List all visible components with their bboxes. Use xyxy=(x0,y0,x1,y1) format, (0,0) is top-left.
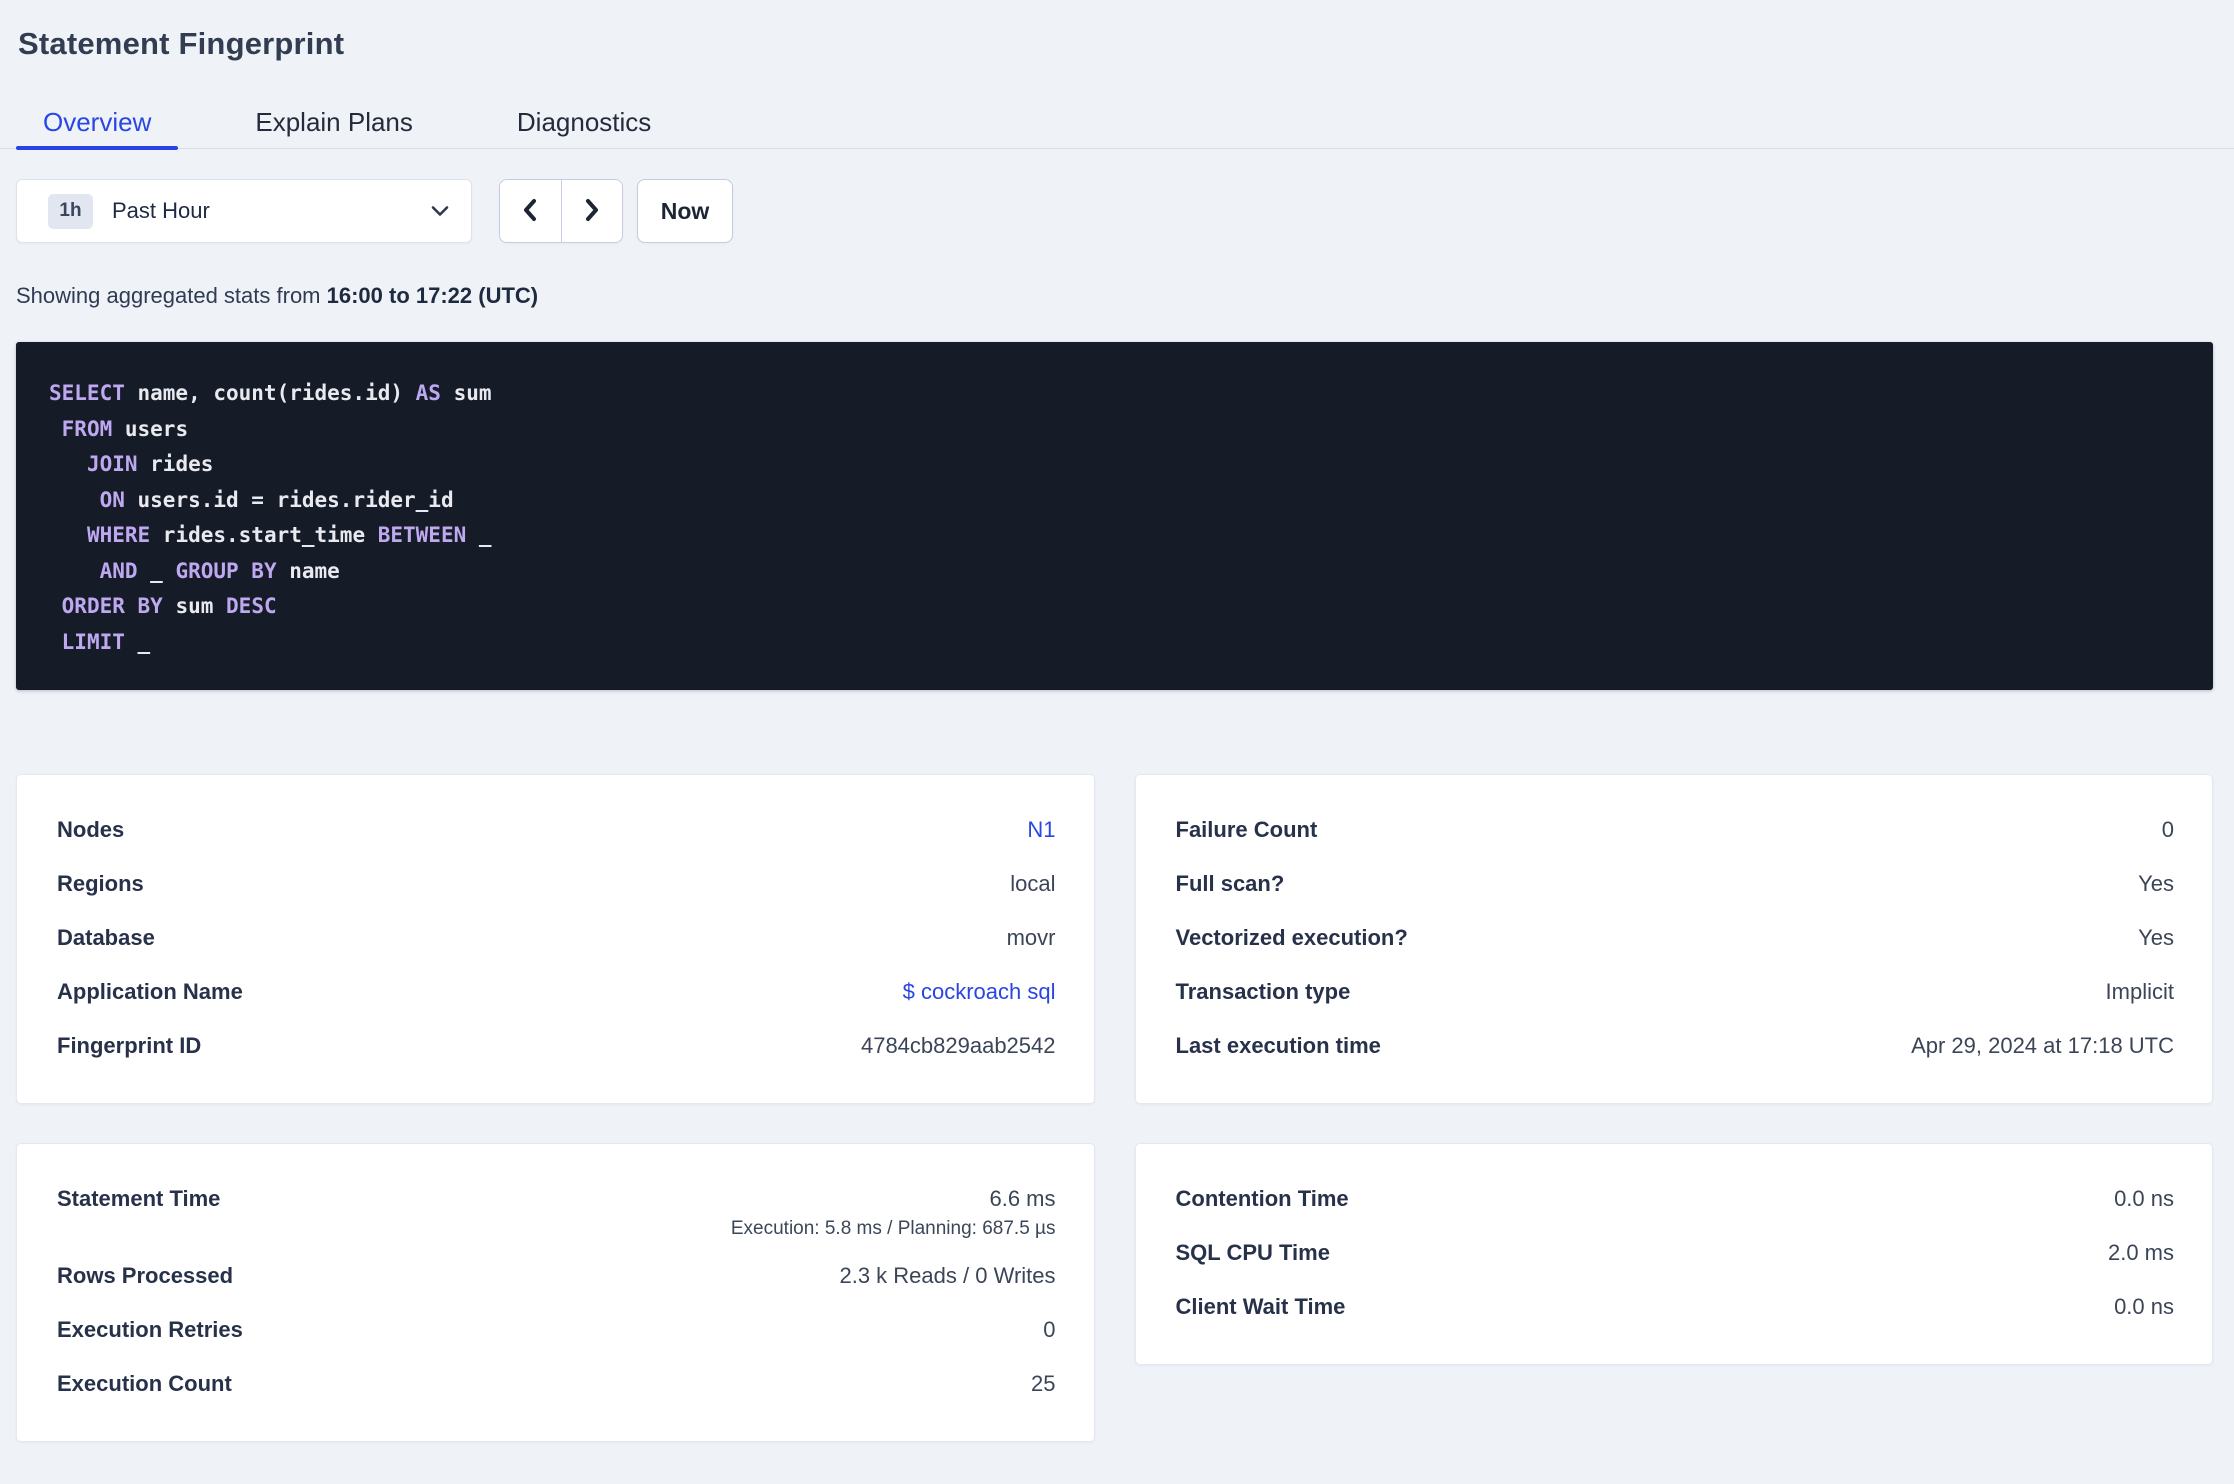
tab-explain-plans-label: Explain Plans xyxy=(255,106,413,137)
fingerprint-id-value: 4784cb829aab2542 xyxy=(860,1033,1056,1058)
chevron-down-icon xyxy=(431,205,449,217)
time-range-badge: 1h xyxy=(48,193,93,229)
table-row: Fingerprint ID 4784cb829aab2542 xyxy=(57,1019,1056,1073)
time-pager xyxy=(499,179,623,243)
client-wait-time-label: Client Wait Time xyxy=(1175,1294,1346,1319)
sql-line: ORDER BY sum DESC xyxy=(61,594,277,618)
sql-line: FROM users xyxy=(61,416,189,441)
last-execution-time-label: Last execution time xyxy=(1175,1033,1381,1058)
table-row: Rows Processed 2.3 k Reads / 0 Writes xyxy=(57,1249,1056,1303)
application-name-label: Application Name xyxy=(57,979,243,1004)
rows-processed-value: 2.3 k Reads / 0 Writes xyxy=(839,1263,1056,1288)
sql-line: LIMIT _ xyxy=(61,629,151,654)
sql-cpu-time-value: 2.0 ms xyxy=(2107,1240,2174,1265)
last-execution-time-value: Apr 29, 2024 at 17:18 UTC xyxy=(1911,1033,2174,1058)
table-row: Failure Count 0 xyxy=(1176,803,2175,857)
table-row: Execution Retries 0 xyxy=(57,1303,1056,1357)
page-title: Statement Fingerprint xyxy=(18,26,345,61)
database-value: movr xyxy=(1006,925,1056,950)
transaction-type-value: Implicit xyxy=(2105,979,2174,1004)
sql-line: WHERE rides.start_time BETWEEN _ xyxy=(86,523,492,547)
table-row: Contention Time 0.0 ns xyxy=(1176,1172,2175,1226)
statement-fingerprint-page: Statement Fingerprint Overview Explain P… xyxy=(0,26,2234,1484)
chevron-right-icon xyxy=(581,197,603,226)
tab-diagnostics[interactable]: Diagnostics xyxy=(490,96,678,148)
table-row: Execution Count 25 xyxy=(57,1357,1056,1411)
vectorized-execution-value: Yes xyxy=(2138,925,2174,950)
transaction-type-label: Transaction type xyxy=(1175,979,1351,1004)
table-row: Application Name $ cockroach sql xyxy=(57,965,1056,1019)
aggregated-stats-line: Showing aggregated stats from 16:00 to 1… xyxy=(16,283,2234,309)
statement-times-card: Statement Time 6.6 ms Execution: 5.8 ms … xyxy=(16,1143,1095,1442)
sql-statement-box: SELECT name, count(rides.id) AS sum FROM… xyxy=(16,342,2213,690)
client-wait-time-value: 0.0 ns xyxy=(2114,1294,2174,1319)
execution-retries-value: 0 xyxy=(1043,1317,1056,1342)
table-row: Database movr xyxy=(57,911,1056,965)
table-row: Full scan? Yes xyxy=(1176,857,2175,911)
nodes-link[interactable]: N1 xyxy=(1027,817,1055,843)
table-row: Transaction type Implicit xyxy=(1176,965,2175,1019)
stats-line-range: 16:00 to 17:22 (UTC) xyxy=(326,283,539,308)
execution-attributes-card: Failure Count 0 Full scan? Yes Vectorize… xyxy=(1134,774,2213,1104)
sql-cpu-time-label: SQL CPU Time xyxy=(1175,1240,1330,1265)
execution-count-value: 25 xyxy=(1031,1371,1056,1396)
statement-time-values: 6.6 ms Execution: 5.8 ms / Planning: 687… xyxy=(731,1172,1056,1241)
tab-overview-label: Overview xyxy=(43,106,152,137)
tab-overview[interactable]: Overview xyxy=(16,96,179,150)
resource-times-card: Contention Time 0.0 ns SQL CPU Time 2.0 … xyxy=(1134,1143,2213,1365)
sql-line: JOIN rides xyxy=(86,452,214,476)
sql-code: SELECT name, count(rides.id) AS sum FROM… xyxy=(49,376,2183,660)
statement-time-label: Statement Time xyxy=(57,1186,221,1211)
application-name-link[interactable]: $ cockroach sql xyxy=(903,979,1056,1005)
table-row: Last execution time Apr 29, 2024 at 17:1… xyxy=(1176,1019,2175,1073)
contention-time-label: Contention Time xyxy=(1175,1186,1349,1211)
tab-diagnostics-label: Diagnostics xyxy=(516,106,652,137)
tab-bar: Overview Explain Plans Diagnostics xyxy=(0,96,2234,150)
execution-count-label: Execution Count xyxy=(57,1371,232,1396)
statement-time-breakdown: Execution: 5.8 ms / Planning: 687.5 µs xyxy=(730,1218,1056,1239)
table-row: Statement Time 6.6 ms Execution: 5.8 ms … xyxy=(57,1172,1056,1241)
execution-retries-label: Execution Retries xyxy=(57,1317,243,1342)
table-row: Nodes N1 xyxy=(57,803,1056,857)
failure-count-value: 0 xyxy=(2161,817,2174,842)
table-row: SQL CPU Time 2.0 ms xyxy=(1176,1226,2175,1280)
overview-card: Nodes N1 Regions local Database movr App… xyxy=(16,774,1095,1104)
prev-time-button[interactable] xyxy=(500,180,562,242)
next-time-button[interactable] xyxy=(561,180,622,242)
time-range-dropdown[interactable]: 1h Past Hour xyxy=(16,179,472,243)
table-row: Client Wait Time 0.0 ns xyxy=(1176,1280,2175,1334)
failure-count-label: Failure Count xyxy=(1175,817,1318,842)
stats-cards: Nodes N1 Regions local Database movr App… xyxy=(16,774,2213,1442)
time-toolbar: 1h Past Hour Now xyxy=(16,179,2234,243)
full-scan-label: Full scan? xyxy=(1175,871,1285,896)
table-row: Vectorized execution? Yes xyxy=(1176,911,2175,965)
database-label: Database xyxy=(57,925,155,950)
now-button[interactable]: Now xyxy=(637,179,733,243)
sql-line: SELECT name, count(rides.id) AS sum xyxy=(49,381,492,405)
tab-explain-plans[interactable]: Explain Plans xyxy=(228,96,440,148)
sql-line: AND _ GROUP BY name xyxy=(99,558,340,583)
full-scan-value: Yes xyxy=(2138,871,2174,896)
stats-line-prefix: Showing aggregated stats from xyxy=(16,283,327,308)
contention-time-value: 0.0 ns xyxy=(2114,1186,2174,1211)
nodes-label: Nodes xyxy=(57,817,125,842)
chevron-left-icon xyxy=(519,197,541,226)
regions-label: Regions xyxy=(57,871,144,896)
rows-processed-label: Rows Processed xyxy=(57,1263,234,1288)
vectorized-execution-label: Vectorized execution? xyxy=(1175,925,1408,950)
table-row: Regions local xyxy=(57,857,1056,911)
fingerprint-id-label: Fingerprint ID xyxy=(57,1033,202,1058)
time-range-label: Past Hour xyxy=(112,198,210,223)
regions-value: local xyxy=(1010,871,1056,896)
sql-line: ON users.id = rides.rider_id xyxy=(99,487,454,512)
